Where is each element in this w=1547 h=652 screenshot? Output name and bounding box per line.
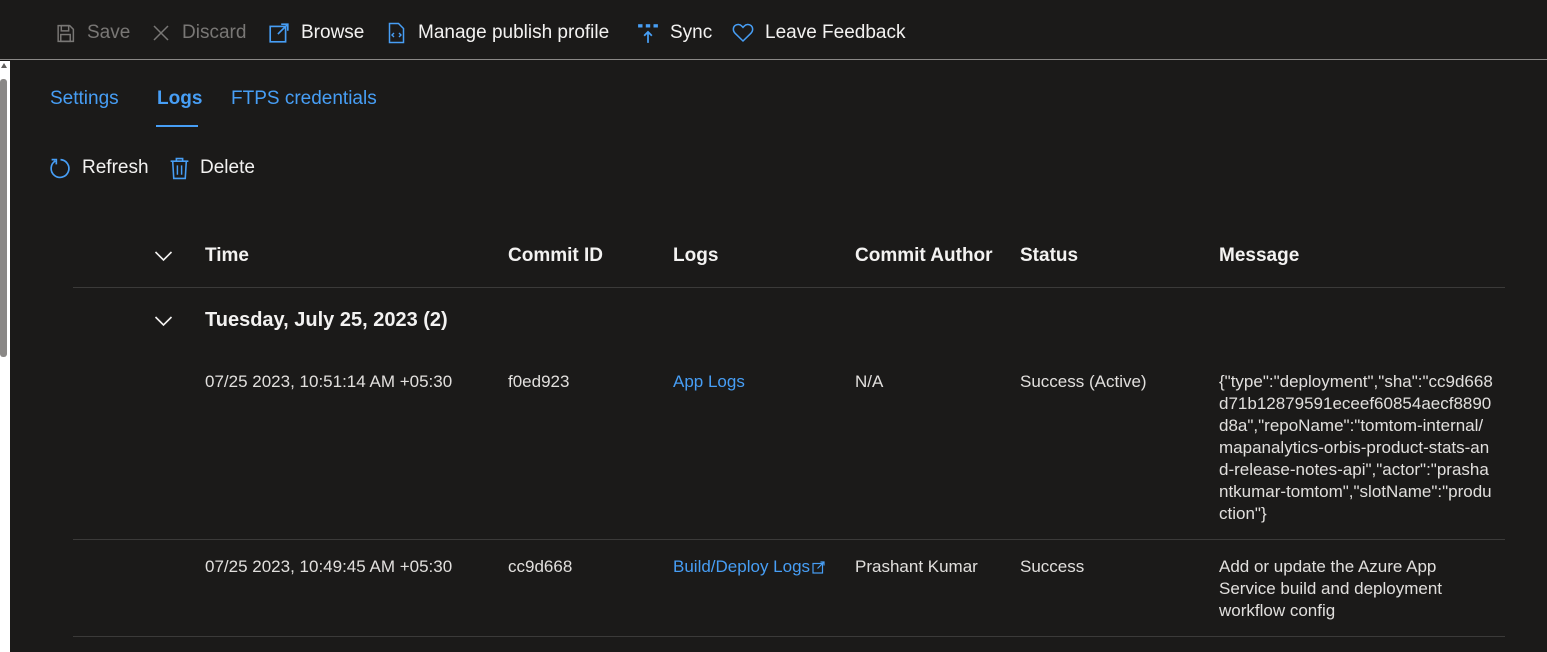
heart-icon	[732, 23, 754, 43]
cell-commit-id: f0ed923	[508, 372, 570, 391]
manage-publish-profile-label: Manage publish profile	[418, 22, 610, 43]
scroll-up-arrow-icon[interactable]	[1, 63, 7, 68]
refresh-label: Refresh	[82, 157, 149, 178]
browse-button[interactable]: Browse	[268, 19, 364, 47]
open-external-icon	[269, 23, 289, 43]
delete-label: Delete	[200, 157, 255, 178]
tab-logs[interactable]: Logs	[157, 88, 202, 110]
manage-publish-profile-button[interactable]: Manage publish profile	[386, 19, 609, 47]
sync-button[interactable]: Sync	[637, 19, 712, 47]
cell-status: Success (Active)	[1020, 372, 1147, 391]
cell-message: {"type":"deployment","sha":"cc9d668d71b1…	[1219, 372, 1493, 523]
scrollbar-thumb[interactable]	[0, 79, 7, 357]
close-icon	[153, 25, 169, 41]
collapse-all-chevron-icon[interactable]	[154, 250, 173, 262]
group-chevron-down-icon[interactable]	[154, 315, 173, 327]
column-header-logs[interactable]: Logs	[673, 245, 718, 267]
cell-time: 07/25 2023, 10:51:14 AM +05:30	[205, 372, 453, 391]
row-divider	[73, 539, 1505, 540]
leave-feedback-label: Leave Feedback	[765, 22, 906, 43]
refresh-button[interactable]: Refresh	[49, 154, 149, 182]
column-header-commit-author[interactable]: Commit Author	[855, 245, 993, 267]
column-header-message[interactable]: Message	[1219, 245, 1299, 267]
trash-icon	[170, 157, 189, 179]
cell-commit-id: cc9d668	[508, 557, 573, 576]
command-bar: Save Discard Browse Manage publish profi…	[0, 0, 1547, 60]
left-scrollbar[interactable]	[0, 61, 10, 652]
save-label: Save	[87, 22, 131, 43]
open-external-icon	[812, 560, 825, 574]
column-header-time[interactable]: Time	[205, 245, 249, 267]
save-icon	[57, 24, 75, 42]
column-header-commit-id[interactable]: Commit ID	[508, 245, 603, 267]
refresh-icon	[50, 158, 70, 178]
cell-message: Add or update the Azure App Service buil…	[1219, 557, 1443, 620]
code-file-icon	[388, 22, 405, 44]
delete-button[interactable]: Delete	[169, 154, 255, 182]
divider	[73, 287, 1505, 288]
build-deploy-logs-label: Build/Deploy Logs	[673, 557, 811, 576]
leave-feedback-button[interactable]: Leave Feedback	[732, 19, 906, 47]
column-header-status[interactable]: Status	[1020, 245, 1078, 267]
sync-label: Sync	[670, 22, 713, 43]
cell-commit-author: Prashant Kumar	[855, 557, 978, 576]
row-divider	[73, 636, 1505, 637]
sync-icon	[638, 24, 658, 43]
active-tab-indicator	[156, 125, 198, 127]
app-logs-link[interactable]: App Logs	[673, 371, 745, 393]
build-deploy-logs-link[interactable]: Build/Deploy Logs	[673, 556, 825, 578]
cell-time: 07/25 2023, 10:49:45 AM +05:30	[205, 557, 453, 576]
save-button[interactable]: Save	[55, 19, 130, 47]
discard-button[interactable]: Discard	[151, 19, 246, 47]
tab-settings[interactable]: Settings	[50, 88, 119, 110]
browse-label: Browse	[301, 22, 365, 43]
discard-label: Discard	[182, 22, 247, 43]
cell-status: Success	[1020, 557, 1085, 576]
group-header-date: Tuesday, July 25, 2023 (2)	[205, 309, 448, 331]
tab-ftps-credentials[interactable]: FTPS credentials	[231, 88, 377, 110]
cell-commit-author: N/A	[855, 372, 884, 391]
